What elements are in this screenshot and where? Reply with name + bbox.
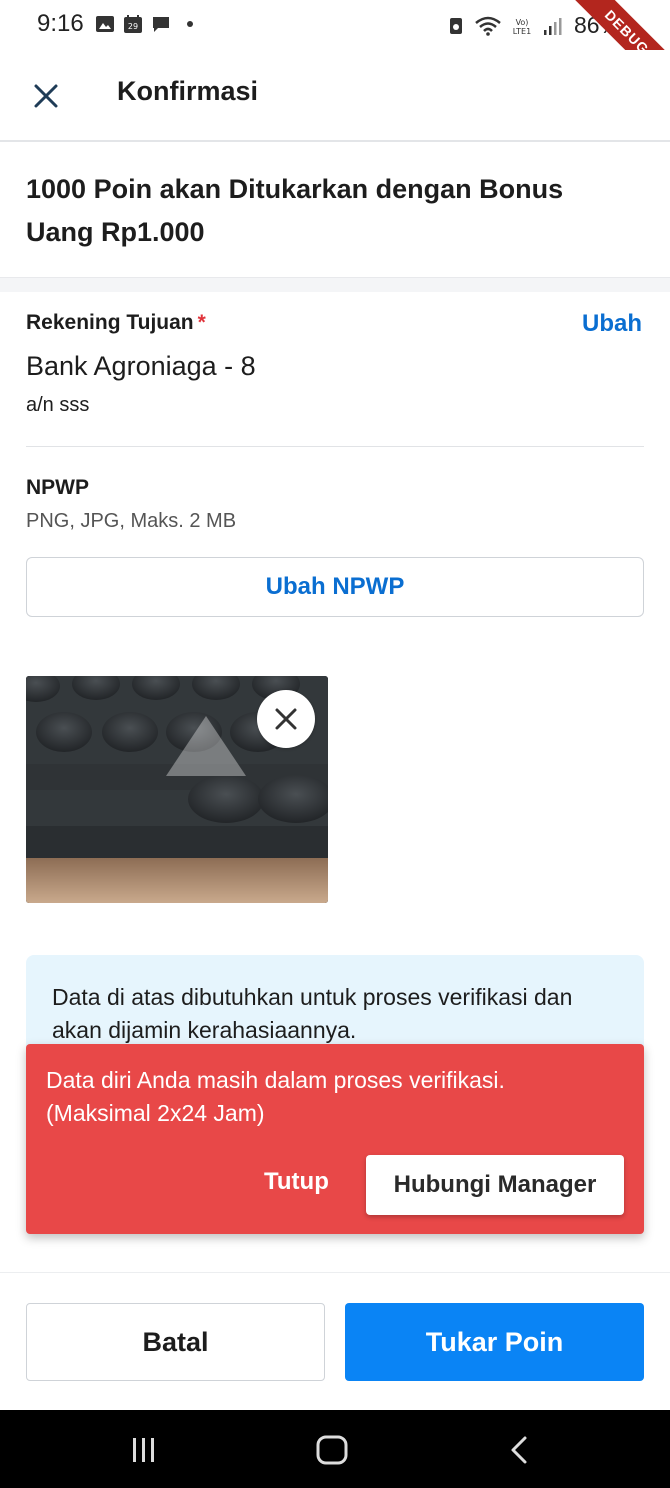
account-label-row: Rekening Tujuan *: [26, 311, 206, 335]
message-icon: [153, 17, 169, 32]
status-notification-icons: 29: [95, 14, 193, 34]
signal-icon: [543, 17, 562, 35]
privacy-info-text: Data di atas dibutuhkan untuk proses ver…: [52, 984, 573, 1043]
verification-snackbar: Data diri Anda masih dalam proses verifi…: [26, 1044, 644, 1234]
recent-apps-icon[interactable]: [124, 1430, 164, 1470]
npwp-file-hint: PNG, JPG, Maks. 2 MB: [26, 510, 237, 532]
close-icon[interactable]: [28, 78, 64, 114]
divider: [26, 446, 644, 447]
npwp-label: NPWP: [26, 476, 89, 499]
section-divider: [0, 278, 670, 292]
snackbar-message: Data diri Anda masih dalam proses verifi…: [46, 1067, 505, 1126]
home-icon[interactable]: [312, 1430, 352, 1470]
svg-text:LTE1: LTE1: [513, 27, 531, 36]
svg-text:29: 29: [128, 22, 138, 31]
account-label: Rekening Tujuan: [26, 311, 194, 334]
redeem-points-button[interactable]: Tukar Poin: [345, 1303, 644, 1381]
remove-image-button[interactable]: [257, 690, 315, 748]
bank-name: Bank Agroniaga - 8: [26, 351, 256, 381]
volte-icon: Vo)LTE1: [513, 18, 531, 36]
wifi-icon: [475, 16, 501, 36]
required-mark: *: [197, 311, 206, 334]
snackbar-close-button[interactable]: Tutup: [264, 1168, 329, 1196]
back-icon[interactable]: [500, 1430, 540, 1470]
change-npwp-button[interactable]: Ubah NPWP: [26, 557, 644, 617]
account-holder: a/n sss: [26, 394, 90, 416]
svg-text:Vo): Vo): [516, 18, 529, 27]
image-icon: [96, 16, 114, 32]
system-nav-bar: [0, 1410, 670, 1488]
close-icon: [275, 708, 297, 730]
status-bar: 9:16 29 Vo) LTE1 86% DEBUG: [0, 0, 670, 103]
redeem-headline: 1000 Poin akan Ditukarkan dengan Bonus U…: [26, 174, 564, 247]
calendar-icon: 29: [124, 15, 142, 33]
change-account-link[interactable]: Ubah: [582, 310, 642, 338]
page-title: Konfirmasi: [117, 76, 259, 106]
headline-section: 1000 Poin akan Ditukarkan dengan Bonus U…: [0, 142, 670, 278]
contact-manager-button[interactable]: Hubungi Manager: [366, 1155, 624, 1215]
app-bar: Konfirmasi: [0, 50, 670, 142]
recycle-icon: [449, 17, 462, 34]
status-time: 9:16: [37, 10, 84, 37]
dot-icon: [187, 21, 193, 27]
cancel-button[interactable]: Batal: [26, 1303, 325, 1381]
bottom-action-bar: Batal Tukar Poin: [0, 1272, 670, 1410]
